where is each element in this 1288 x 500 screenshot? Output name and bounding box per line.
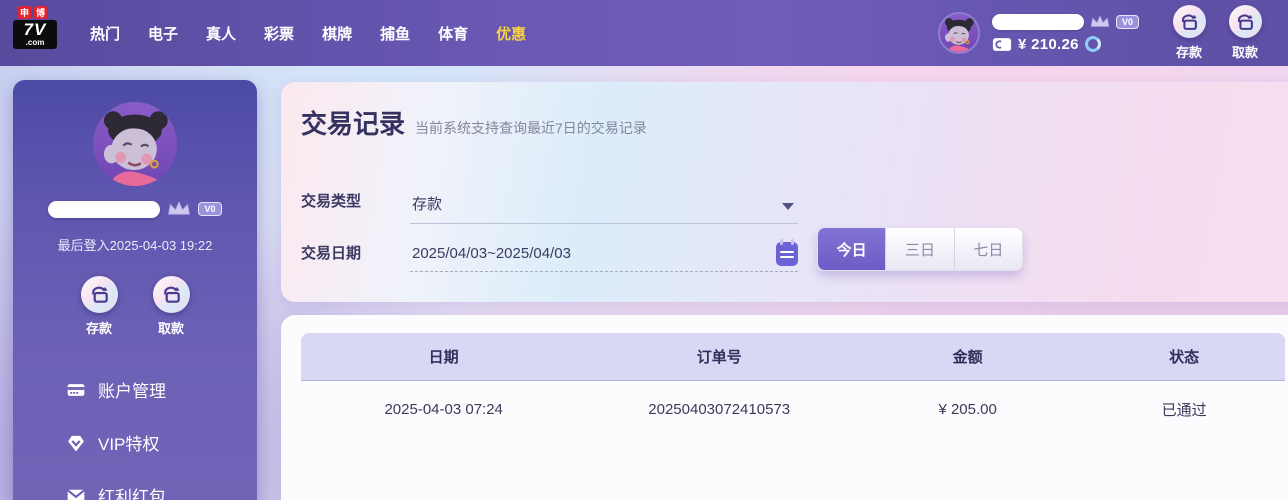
table-header-row: 日期 订单号 金额 状态 [301,333,1285,381]
profile-avatar[interactable] [93,102,177,186]
balance-amount: ¥ 210.26 [1018,36,1079,53]
avatar[interactable] [938,12,980,54]
col-header-order: 订单号 [586,346,852,367]
account-card-icon [66,380,86,400]
table-row: 2025-04-03 07:24 20250403072410573 ¥ 205… [301,381,1285,437]
nav-item-cards[interactable]: 棋牌 [308,23,366,44]
withdraw-icon [153,276,190,313]
nav-item-lottery[interactable]: 彩票 [250,23,308,44]
sidebar-item-vip[interactable]: VIP特权 [13,416,257,469]
range-today-button[interactable]: 今日 [818,228,885,270]
sidebar-item-bonus[interactable]: 红利红包 [13,469,257,500]
user-cluster: V0 ¥ 210.26 [938,0,1139,66]
date-range-input[interactable]: 2025/04/03~2025/04/03 [410,236,798,272]
nav-item-hot[interactable]: 热门 [76,23,134,44]
chevron-down-icon [782,203,794,210]
sidebar-quick-actions: 存款 取款 [13,276,257,337]
vip-crown-icon [1089,14,1111,30]
vip-level-badge: V0 [1116,15,1139,29]
withdraw-button[interactable]: 取款 [1228,5,1262,61]
transaction-table-panel: 日期 订单号 金额 状态 2025-04-03 07:24 2025040307… [281,315,1288,500]
sidebar-item-label: 账户管理 [98,377,166,402]
range-3day-button[interactable]: 三日 [885,228,953,270]
logo-badges: 申 博 [18,6,57,19]
deposit-icon [81,276,118,313]
page-subtitle: 当前系统支持查询最近7日的交易记录 [415,118,647,138]
logo-main-text: 7V [15,21,55,39]
sidebar-item-label: 红利红包 [98,483,166,500]
sidebar-item-account[interactable]: 账户管理 [13,363,257,416]
wallet-icon [992,37,1012,52]
last-login-text: 最后登入2025-04-03 19:22 [13,235,257,254]
nav-item-promo[interactable]: 优惠 [482,23,540,44]
range-7day-button[interactable]: 七日 [954,228,1022,270]
sidebar-item-label: VIP特权 [98,430,159,455]
sidebar: V0 最后登入2025-04-03 19:22 存款 取款 [13,80,257,500]
vip-crown-icon [166,200,192,218]
deposit-label: 存款 [77,318,121,337]
logo-badge-shen: 申 [18,6,31,19]
nav-item-slots[interactable]: 电子 [134,23,192,44]
logo-wordmark: 7V .com [13,20,57,49]
refresh-balance-icon[interactable] [1085,36,1101,52]
nav-item-live[interactable]: 真人 [192,23,250,44]
user-info: V0 ¥ 210.26 [992,14,1139,53]
col-header-status: 状态 [1083,346,1285,367]
vip-level-badge: V0 [198,202,221,216]
cell-status: 已通过 [1083,399,1285,420]
date-range-quick-buttons: 今日 三日 七日 [817,227,1023,271]
site-logo[interactable]: 申 博 7V .com [13,6,57,49]
deposit-label: 存款 [1172,42,1206,61]
col-header-date: 日期 [301,346,586,367]
topbar-quick-actions: 存款 取款 [1172,5,1262,61]
top-navigation-bar: 申 博 7V .com 热门 电子 真人 彩票 棋牌 捕鱼 体育 优惠 V0 [0,0,1288,66]
vip-gem-icon [66,433,86,453]
nav-item-fishing[interactable]: 捕鱼 [366,23,424,44]
logo-badge-bo: 博 [34,6,47,19]
transaction-type-value: 存款 [412,193,442,214]
username-redacted [48,201,160,218]
username-redacted [992,14,1084,30]
deposit-button[interactable]: 存款 [77,276,121,337]
calendar-icon[interactable] [776,242,798,266]
transaction-type-select[interactable]: 存款 [410,188,798,224]
col-header-amount: 金额 [852,346,1083,367]
date-range-value: 2025/04/03~2025/04/03 [412,245,571,262]
cell-amount: ¥ 205.00 [852,401,1083,418]
cell-date: 2025-04-03 07:24 [301,401,586,418]
deposit-button[interactable]: 存款 [1172,5,1206,61]
nav-item-sports[interactable]: 体育 [424,23,482,44]
logo-sub-text: .com [15,39,55,47]
deposit-icon [1173,5,1206,38]
transaction-date-label: 交易日期 [301,242,361,263]
sidebar-menu: 账户管理 VIP特权 红利红包 [13,363,257,500]
cell-order-number: 20250403072410573 [586,401,852,418]
red-envelope-icon [66,486,86,500]
withdraw-label: 取款 [149,318,193,337]
withdraw-label: 取款 [1228,42,1262,61]
withdraw-icon [1229,5,1262,38]
transaction-type-label: 交易类型 [301,190,361,211]
page-title: 交易记录 [301,104,405,141]
withdraw-button[interactable]: 取款 [149,276,193,337]
transaction-filter-panel: 交易记录 当前系统支持查询最近7日的交易记录 交易类型 存款 交易日期 2025… [281,82,1288,302]
main-nav: 热门 电子 真人 彩票 棋牌 捕鱼 体育 优惠 [76,0,540,66]
